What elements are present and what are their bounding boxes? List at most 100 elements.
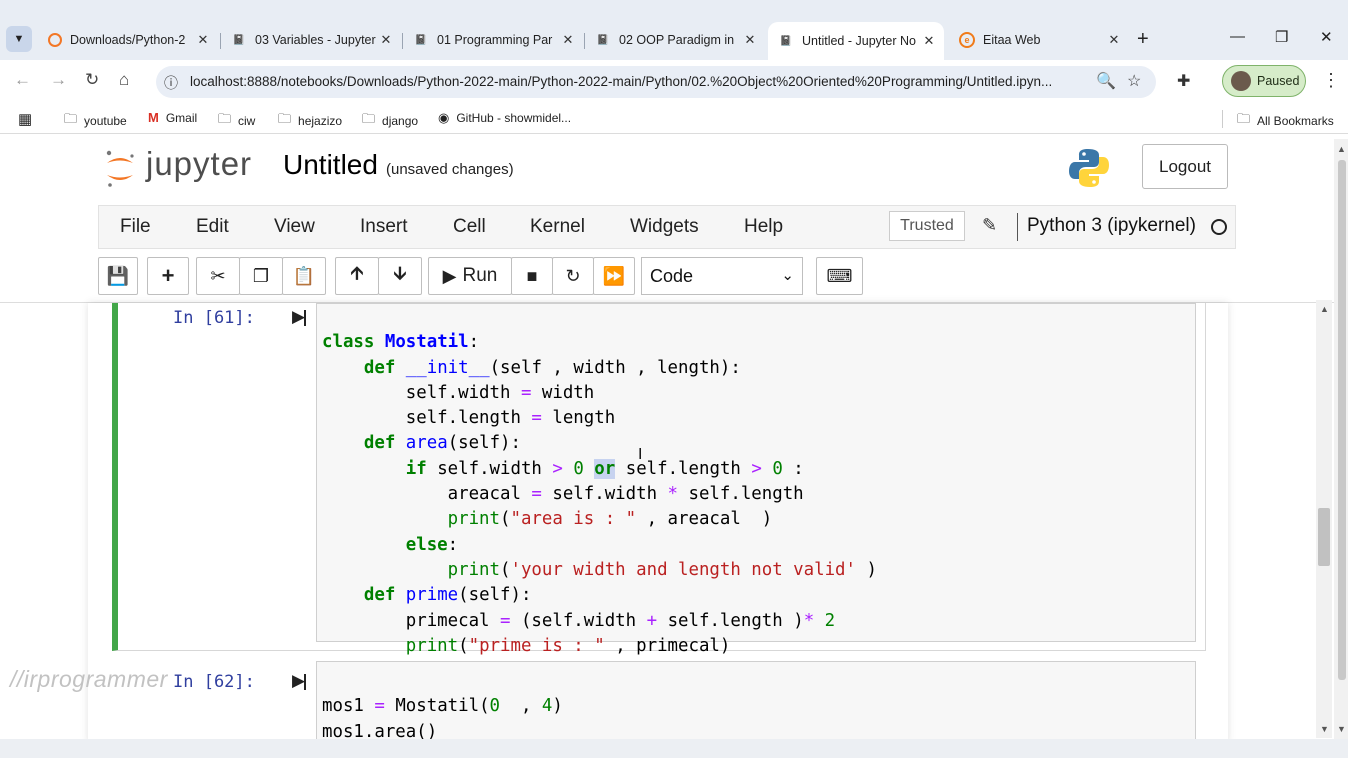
bookmarks-bar (0, 104, 1348, 134)
notebook-scroll-thumb[interactable] (1318, 508, 1330, 566)
close-tab-icon[interactable]: ✕ (1105, 32, 1123, 48)
notebook-icon: 📓 (414, 34, 428, 46)
menu-widgets[interactable]: Widgets (630, 216, 699, 238)
zoom-search-icon[interactable]: 🔍 (1096, 71, 1116, 91)
reload-icon[interactable]: ↻ (85, 70, 99, 90)
all-bookmarks[interactable]: 🗀 All Bookmarks (1237, 110, 1334, 132)
bookmark-hejazizo[interactable]: 🗀 hejazizo (278, 110, 342, 132)
code-line: areacal = self.width * self.length (322, 484, 804, 505)
bookmark-ciw[interactable]: 🗀 ciw (218, 110, 255, 132)
restore-icon[interactable]: ❐ (1275, 28, 1288, 46)
browser-tab-active[interactable]: 📓 Untitled - Jupyter No ✕ (768, 22, 944, 60)
code-block[interactable]: mos1 = Mostatil(0 , 4) mos1.area() (322, 669, 563, 739)
code-line: if self.width > 0 or self.length > 0 : (405, 458, 804, 479)
scroll-up-arrow-icon[interactable]: ▲ (1337, 144, 1346, 154)
command-palette-button[interactable]: ⌨ (816, 257, 863, 295)
restart-run-all-button[interactable]: ⏩ (593, 257, 635, 295)
scroll-up-arrow-icon[interactable]: ▲ (1320, 304, 1329, 314)
run-button[interactable]: ▶ Run (428, 257, 512, 295)
menu-view[interactable]: View (274, 216, 315, 238)
extensions-icon[interactable]: ✚ (1177, 71, 1190, 91)
logout-button[interactable]: Logout (1142, 144, 1228, 189)
cell-prompt: In [62]: (173, 672, 255, 692)
insert-cell-button[interactable]: + (147, 257, 189, 295)
close-tab-icon[interactable]: ✕ (377, 32, 395, 48)
url-text[interactable]: localhost:8888/notebooks/Downloads/Pytho… (190, 74, 1085, 89)
code-line: self.width = width (322, 382, 595, 403)
edit-pencil-icon[interactable]: ✎ (982, 215, 997, 236)
notebook-icon: 📓 (232, 34, 246, 46)
menu-edit[interactable]: Edit (196, 216, 229, 238)
code-line: def __init__(self , width , length): (363, 357, 741, 378)
minimize-icon[interactable]: — (1230, 28, 1245, 45)
tab-search-chevron-icon[interactable]: ▼ (6, 26, 32, 52)
folder-icon: 🗀 (64, 111, 78, 126)
restart-button[interactable]: ↻ (552, 257, 594, 295)
kernel-idle-indicator-icon (1211, 219, 1227, 235)
code-line: def area(self): (363, 433, 521, 454)
menu-insert[interactable]: Insert (360, 216, 408, 238)
code-line: mos1 = Mostatil(0 , 4) (322, 696, 563, 717)
browser-tab[interactable]: 📓 01 Programming Par ✕ (403, 26, 583, 54)
stop-icon: ■ (526, 265, 538, 286)
copy-button[interactable]: ❐ (239, 257, 283, 295)
paste-button[interactable]: 📋 (282, 257, 326, 295)
arrow-down-icon: 🡫 (393, 263, 407, 283)
menu-cell[interactable]: Cell (453, 216, 486, 238)
move-up-button[interactable]: 🡩 (335, 257, 379, 295)
cut-button[interactable]: ✂ (196, 257, 240, 295)
close-tab-icon[interactable]: ✕ (559, 32, 577, 48)
bookmark-django[interactable]: 🗀 django (362, 110, 418, 132)
forward-icon[interactable]: → (50, 70, 67, 90)
notebook-icon: 📓 (596, 34, 610, 46)
jupyter-logo-text[interactable]: jupyter (146, 145, 252, 183)
interrupt-button[interactable]: ■ (511, 257, 553, 295)
browser-menu-icon[interactable]: ⋮ (1322, 70, 1340, 91)
browser-tab[interactable]: e Eitaa Web ✕ (949, 26, 1129, 54)
code-line: self.length = length (322, 408, 616, 429)
menu-help[interactable]: Help (744, 216, 783, 238)
close-tab-icon[interactable]: ✕ (194, 32, 212, 48)
trusted-indicator[interactable]: Trusted (889, 211, 965, 241)
status-strip (0, 739, 1348, 758)
save-status: (unsaved changes) (386, 161, 514, 178)
code-line: mos1.area() (322, 721, 438, 739)
menu-file[interactable]: File (120, 216, 151, 238)
bookmark-youtube[interactable]: 🗀 youtube (64, 110, 127, 132)
close-tab-icon[interactable]: ✕ (920, 33, 938, 49)
bookmark-gmail[interactable]: M Gmail (148, 110, 197, 125)
menu-kernel[interactable]: Kernel (530, 216, 585, 238)
close-tab-icon[interactable]: ✕ (741, 32, 759, 48)
fast-forward-icon: ⏩ (602, 265, 626, 286)
cell-type-select[interactable]: Code ⌄ (641, 257, 803, 295)
close-window-icon[interactable]: ✕ (1320, 28, 1333, 46)
site-info-icon[interactable]: ⓘ (164, 73, 178, 93)
bookmark-github[interactable]: ◉ GitHub - showmidel... (438, 110, 571, 126)
code-line: print("area is : " , areacal ) (447, 509, 773, 530)
back-icon[interactable]: ← (14, 70, 31, 90)
copy-icon: ❐ (252, 265, 270, 286)
keyboard-icon: ⌨ (826, 265, 853, 286)
scroll-down-arrow-icon[interactable]: ▼ (1337, 724, 1346, 734)
eitaa-icon: e (959, 32, 975, 48)
browser-tab[interactable]: 📓 03 Variables - Jupyter ✕ (221, 26, 401, 54)
browser-tab[interactable]: Downloads/Python-2 ✕ (38, 26, 218, 54)
browser-tab[interactable]: 📓 02 OOP Paradigm in ✕ (585, 26, 765, 54)
play-icon: ▶ (442, 265, 457, 286)
page-scroll-thumb[interactable] (1338, 160, 1346, 680)
save-button[interactable]: 💾 (98, 257, 138, 295)
jupyter-icon (48, 33, 62, 47)
bookmark-star-icon[interactable]: ☆ (1127, 71, 1141, 91)
kernel-name[interactable]: Python 3 (ipykernel) (1027, 215, 1196, 237)
run-cell-icon-bar (304, 310, 306, 326)
move-down-button[interactable]: 🡫 (378, 257, 422, 295)
code-block[interactable]: class Mostatil: def __init__(self , widt… (322, 305, 877, 659)
home-icon[interactable]: ⌂ (119, 70, 129, 90)
folder-icon: 🗀 (278, 111, 292, 126)
code-line: primecal = (self.width + self.length )* … (322, 610, 836, 631)
scroll-down-arrow-icon[interactable]: ▼ (1320, 724, 1329, 734)
apps-grid-icon[interactable]: ▦ (18, 110, 32, 128)
new-tab-icon[interactable]: + (1137, 28, 1149, 51)
notebook-title[interactable]: Untitled (283, 149, 378, 181)
run-cell-icon[interactable]: ▶ (292, 307, 308, 327)
